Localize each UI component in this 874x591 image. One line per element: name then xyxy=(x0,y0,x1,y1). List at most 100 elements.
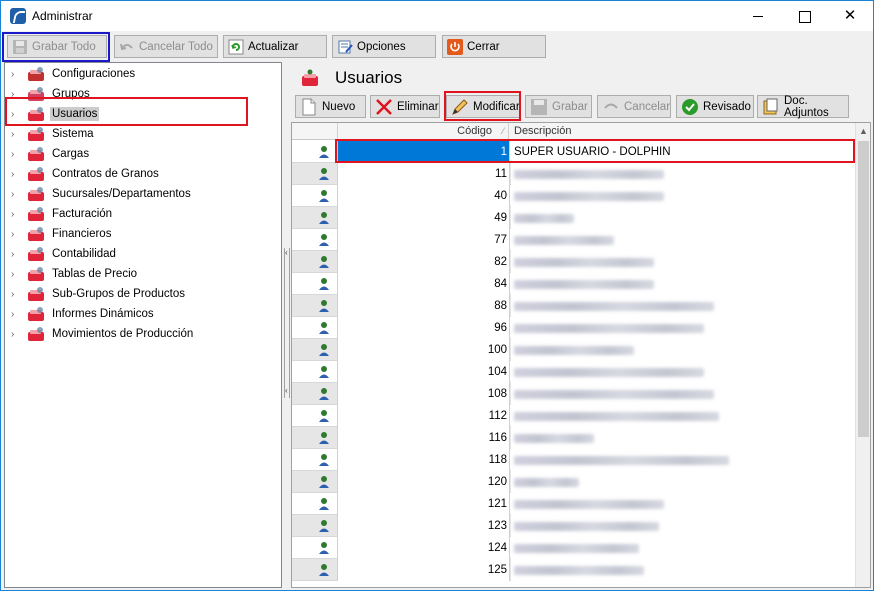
doc-adjuntos-button[interactable]: Doc. Adjuntos xyxy=(757,95,849,119)
expand-chevron-icon[interactable]: › xyxy=(11,269,21,280)
scroll-up-arrow-icon[interactable]: ▲ xyxy=(856,123,870,140)
eliminar-button[interactable]: Eliminar xyxy=(370,95,440,118)
opciones-button[interactable]: Opciones xyxy=(332,35,436,58)
table-row[interactable]: 40 xyxy=(292,185,855,207)
cell-code[interactable]: 82 xyxy=(337,251,510,273)
expand-chevron-icon[interactable]: › xyxy=(11,149,21,160)
grid-vertical-scrollbar[interactable]: ▲ xyxy=(855,123,870,587)
table-row[interactable]: 125 xyxy=(292,559,855,581)
table-row[interactable]: 96 xyxy=(292,317,855,339)
cell-description[interactable] xyxy=(511,207,855,229)
tree-item[interactable]: › Contabilidad xyxy=(5,244,275,264)
column-header-code[interactable]: Código ⁄ xyxy=(337,123,509,140)
cell-description[interactable] xyxy=(511,537,855,559)
cell-description[interactable] xyxy=(511,405,855,427)
collapse-left-arrow-icon[interactable]: ‹ xyxy=(285,248,288,257)
table-row[interactable]: 121 xyxy=(292,493,855,515)
table-row[interactable]: 82 xyxy=(292,251,855,273)
cell-code[interactable]: 40 xyxy=(337,185,510,207)
cell-description[interactable] xyxy=(511,163,855,185)
table-row[interactable]: 120 xyxy=(292,471,855,493)
table-row[interactable]: 112 xyxy=(292,405,855,427)
cell-code[interactable]: 116 xyxy=(337,427,510,449)
expand-chevron-icon[interactable]: › xyxy=(11,309,21,320)
actualizar-button[interactable]: Actualizar xyxy=(223,35,327,58)
cell-code[interactable]: 123 xyxy=(337,515,510,537)
tree-item[interactable]: › Financieros xyxy=(5,224,275,244)
cell-description[interactable] xyxy=(511,251,855,273)
tree-item[interactable]: › Tablas de Precio xyxy=(5,264,275,284)
cell-description[interactable] xyxy=(511,427,855,449)
cell-code[interactable]: 121 xyxy=(337,493,510,515)
table-row[interactable]: 77 xyxy=(292,229,855,251)
close-window-button[interactable]: ✕ xyxy=(827,1,873,31)
table-row[interactable]: 108 xyxy=(292,383,855,405)
expand-chevron-icon[interactable]: › xyxy=(11,249,21,260)
cell-description[interactable] xyxy=(511,339,855,361)
nuevo-button[interactable]: Nuevo xyxy=(295,95,366,118)
expand-chevron-icon[interactable]: › xyxy=(11,289,21,300)
splitter-grip[interactable]: ‹ ‹ xyxy=(284,248,290,398)
cancelar-todo-button[interactable]: Cancelar Todo xyxy=(114,35,218,58)
cell-code[interactable]: 96 xyxy=(337,317,510,339)
cell-description[interactable] xyxy=(511,229,855,251)
table-row[interactable]: 124 xyxy=(292,537,855,559)
cell-code[interactable]: 104 xyxy=(337,361,510,383)
maximize-button[interactable] xyxy=(781,1,827,31)
cell-description[interactable] xyxy=(511,383,855,405)
expand-chevron-icon[interactable]: › xyxy=(11,129,21,140)
table-row[interactable]: 100 xyxy=(292,339,855,361)
cell-code[interactable]: 118 xyxy=(337,449,510,471)
expand-chevron-icon[interactable]: › xyxy=(11,329,21,340)
table-row[interactable]: 116 xyxy=(292,427,855,449)
expand-chevron-icon[interactable]: › xyxy=(11,209,21,220)
table-row[interactable]: 118 xyxy=(292,449,855,471)
cell-code[interactable]: 112 xyxy=(337,405,510,427)
expand-chevron-icon[interactable]: › xyxy=(11,189,21,200)
tree-item[interactable]: › Facturación xyxy=(5,204,275,224)
cell-code[interactable]: 88 xyxy=(337,295,510,317)
tree-item[interactable]: › Cargas xyxy=(5,144,275,164)
revisado-button[interactable]: Revisado xyxy=(676,95,754,118)
panel-splitter[interactable]: ‹ ‹ xyxy=(284,62,290,588)
tree-item[interactable]: › Configuraciones xyxy=(5,64,275,84)
cell-description[interactable] xyxy=(511,273,855,295)
minimize-button[interactable] xyxy=(735,1,781,31)
cell-description[interactable] xyxy=(511,185,855,207)
table-row[interactable]: 88 xyxy=(292,295,855,317)
tree-item[interactable]: › Sub-Grupos de Productos xyxy=(5,284,275,304)
tree-item[interactable]: › Contratos de Granos xyxy=(5,164,275,184)
cell-code[interactable]: 120 xyxy=(337,471,510,493)
cell-code[interactable]: 49 xyxy=(337,207,510,229)
cell-code[interactable]: 125 xyxy=(337,559,510,581)
table-row[interactable]: 11 xyxy=(292,163,855,185)
table-row[interactable]: 104 xyxy=(292,361,855,383)
cell-description[interactable] xyxy=(511,515,855,537)
cell-code[interactable]: 100 xyxy=(337,339,510,361)
cerrar-button[interactable]: Cerrar xyxy=(442,35,546,58)
tree-item[interactable]: › Sistema xyxy=(5,124,275,144)
cell-description[interactable] xyxy=(511,317,855,339)
collapse-left-arrow-icon-bottom[interactable]: ‹ xyxy=(285,386,288,395)
tree-item[interactable]: › Sucursales/Departamentos xyxy=(5,184,275,204)
tree-item[interactable]: › Movimientos de Producción xyxy=(5,324,275,344)
cell-description[interactable] xyxy=(511,361,855,383)
table-row[interactable]: 123 xyxy=(292,515,855,537)
scroll-thumb[interactable] xyxy=(858,141,869,437)
table-row[interactable]: 84 xyxy=(292,273,855,295)
table-row[interactable]: 49 xyxy=(292,207,855,229)
cell-code[interactable]: 77 xyxy=(337,229,510,251)
cell-description[interactable] xyxy=(511,471,855,493)
cell-code[interactable]: 124 xyxy=(337,537,510,559)
tree-item[interactable]: › Informes Dinámicos xyxy=(5,304,275,324)
column-header-description[interactable]: Descripción xyxy=(510,123,571,140)
cell-description[interactable] xyxy=(511,493,855,515)
cell-description[interactable] xyxy=(511,295,855,317)
cell-description[interactable] xyxy=(511,559,855,581)
expand-chevron-icon[interactable]: › xyxy=(11,229,21,240)
cell-code[interactable]: 11 xyxy=(337,163,510,185)
cell-code[interactable]: 108 xyxy=(337,383,510,405)
cell-code[interactable]: 84 xyxy=(337,273,510,295)
cell-description[interactable] xyxy=(511,449,855,471)
cancelar-button[interactable]: Cancelar xyxy=(597,95,671,118)
